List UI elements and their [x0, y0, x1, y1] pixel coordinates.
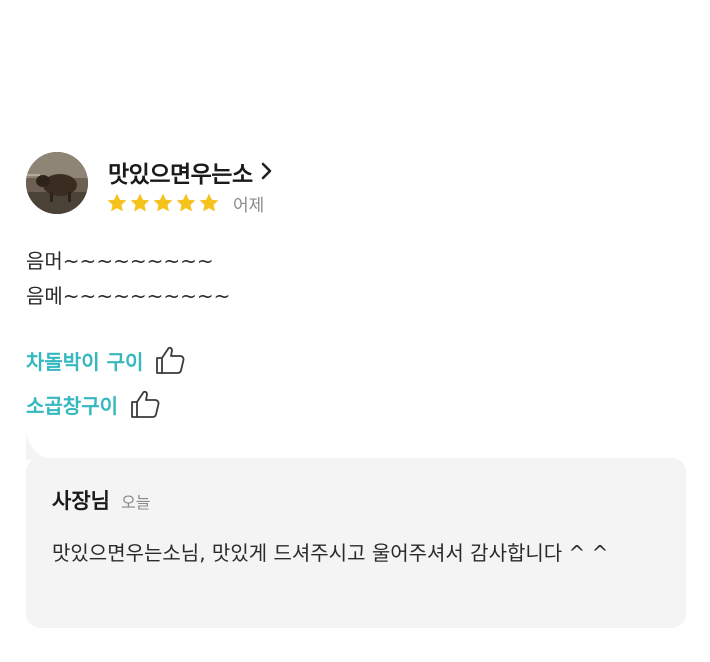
thumbs-up-icon — [131, 390, 160, 418]
owner-reply-date: 오늘 — [121, 493, 151, 512]
menu-tag-gopchang[interactable]: 소곱창구이 — [26, 382, 187, 426]
review-text-line: 음머~~~~~~~~~ — [26, 249, 214, 273]
star-icon — [176, 193, 196, 212]
menu-tag-label: 소곱창구이 — [26, 393, 118, 418]
star-icon — [130, 193, 150, 212]
chevron-right-icon — [261, 162, 271, 180]
menu-tag-label: 차돌박이 구이 — [26, 349, 144, 374]
reviewer-name: 맛있으면우는소 — [108, 162, 253, 188]
avatar[interactable] — [26, 152, 88, 214]
owner-reply-header: 사장님 오늘 — [52, 485, 151, 515]
owner-reply-author: 사장님 — [52, 489, 110, 513]
reply-notch — [26, 430, 58, 460]
menu-tag-chadolbaki[interactable]: 차돌박이 구이 — [26, 338, 187, 382]
thumbs-up-icon — [156, 346, 185, 374]
recommended-menu-list: 차돌박이 구이 소곱창구이 — [26, 338, 187, 426]
rating-stars: 어제 — [106, 191, 265, 216]
owner-reply-card: 사장님 오늘 맛있으면우는소님, 맛있게 드셔주시고 울어주셔서 감사합니다 ^… — [26, 430, 686, 628]
reviewer-name-link[interactable]: 맛있으면우는소 — [108, 155, 272, 189]
star-icon — [199, 193, 219, 212]
star-icon — [153, 193, 173, 212]
review-text: 음머~~~~~~~~~ 음메~~~~~~~~~~ — [26, 244, 230, 314]
review-date: 어제 — [233, 195, 265, 216]
star-icon — [107, 193, 127, 212]
review-text-line: 음메~~~~~~~~~~ — [26, 284, 231, 308]
owner-reply-text: 맛있으면우는소님, 맛있게 드셔주시고 울어주셔서 감사합니다 ^ ^ — [52, 541, 609, 565]
avatar-photo — [26, 152, 88, 214]
